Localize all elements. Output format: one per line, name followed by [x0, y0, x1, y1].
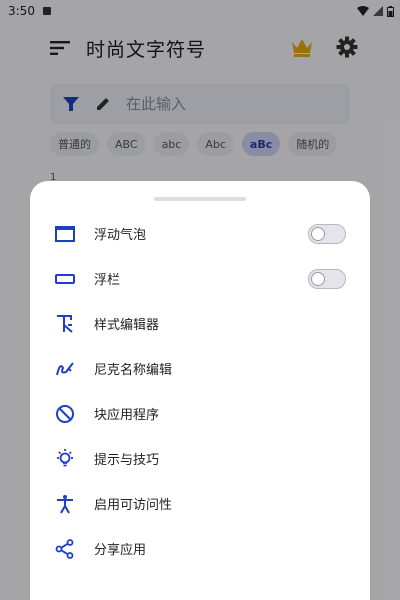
- bottom-sheet: 浮动气泡 浮栏 样式编辑器 尼克名称编辑 块应用程序 提示与技巧 启用可访问性 …: [30, 181, 370, 600]
- menu-item-label: 启用可访问性: [94, 498, 173, 513]
- bar-icon: [54, 268, 76, 290]
- drag-handle[interactable]: [154, 197, 246, 201]
- menu-item-floating-bubble[interactable]: 浮动气泡: [30, 211, 370, 256]
- menu-item-label: 分享应用: [94, 543, 147, 558]
- menu-item-label: 块应用程序: [94, 408, 160, 423]
- sheet-menu-list: 浮动气泡 浮栏 样式编辑器 尼克名称编辑 块应用程序 提示与技巧 启用可访问性 …: [30, 211, 370, 571]
- menu-item-style-editor[interactable]: 样式编辑器: [30, 301, 370, 346]
- lightbulb-icon: [54, 448, 76, 470]
- menu-item-label: 浮动气泡: [94, 228, 147, 243]
- floating-bubble-toggle[interactable]: [308, 223, 346, 244]
- menu-item-share-app[interactable]: 分享应用: [30, 526, 370, 571]
- menu-item-block-apps[interactable]: 块应用程序: [30, 391, 370, 436]
- menu-item-label: 样式编辑器: [94, 318, 160, 333]
- menu-item-floating-bar[interactable]: 浮栏: [30, 256, 370, 301]
- menu-item-tips[interactable]: 提示与技巧: [30, 436, 370, 481]
- menu-item-label: 提示与技巧: [94, 453, 160, 468]
- text-style-icon: [54, 313, 76, 335]
- menu-item-label: 浮栏: [94, 273, 121, 288]
- toggle-knob: [311, 226, 325, 241]
- window-icon: [54, 223, 76, 245]
- signature-icon: [54, 358, 76, 380]
- block-icon: [54, 403, 76, 425]
- menu-item-label: 尼克名称编辑: [94, 363, 173, 378]
- menu-item-accessibility[interactable]: 启用可访问性: [30, 481, 370, 526]
- menu-item-nickname-editor[interactable]: 尼克名称编辑: [30, 346, 370, 391]
- toggle-knob: [311, 271, 325, 286]
- share-icon: [54, 538, 76, 560]
- accessibility-icon: [54, 493, 76, 515]
- floating-bar-toggle[interactable]: [308, 268, 346, 289]
